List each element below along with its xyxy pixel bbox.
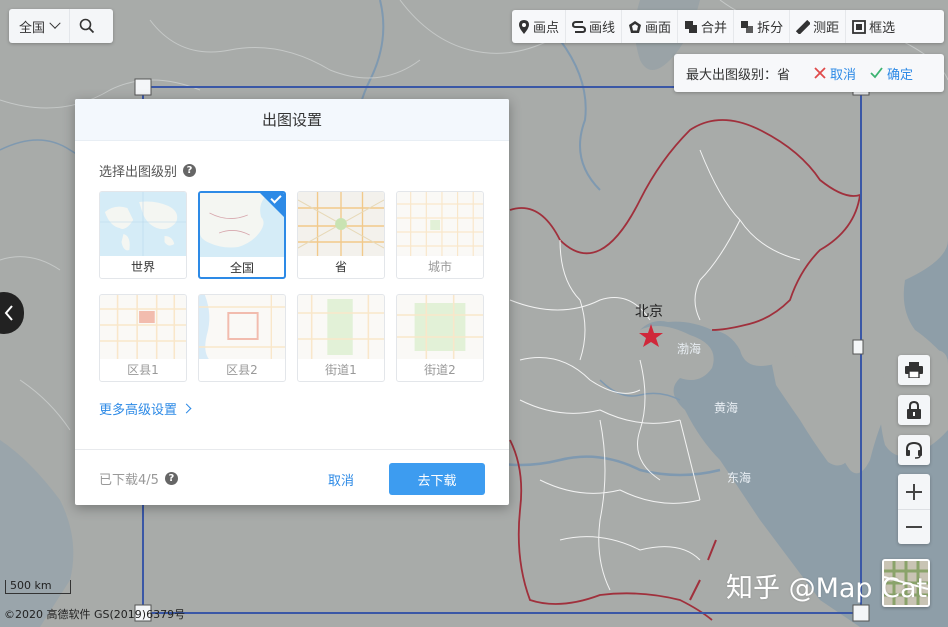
- tool-draw-line[interactable]: 画线: [566, 10, 623, 43]
- level-card-district2[interactable]: 区县2: [198, 294, 286, 382]
- chevron-down-icon: [49, 17, 61, 29]
- box-select-icon: [852, 19, 866, 34]
- scale-bar: 500 km: [5, 580, 71, 594]
- polygon-icon: [629, 20, 642, 33]
- world-map-thumbnail: [100, 192, 186, 256]
- lock-icon: [907, 401, 921, 419]
- district2-map-thumbnail: [199, 295, 285, 359]
- region-search-box: 全国: [9, 9, 113, 43]
- province-map-thumbnail: [298, 192, 384, 256]
- bohai-label: 渤海: [677, 341, 701, 356]
- level-confirm-button[interactable]: 确定: [870, 64, 913, 83]
- pin-icon: [519, 19, 529, 34]
- max-level-bar: 最大出图级别：省 取消 确定: [674, 54, 944, 92]
- district1-map-thumbnail: [100, 295, 186, 359]
- level-card-street2[interactable]: 街道2: [396, 294, 484, 382]
- chevron-left-icon: [4, 305, 13, 321]
- copyright-text: ©2020 高德软件 GS(2019)6379号: [4, 608, 186, 621]
- tool-draw-polygon[interactable]: 画面: [622, 10, 679, 43]
- merge-icon: [685, 20, 698, 33]
- printer-icon: [905, 362, 923, 378]
- zoom-in-button[interactable]: [898, 474, 930, 509]
- region-select[interactable]: 全国: [9, 9, 71, 43]
- zoom-controls: [898, 474, 930, 544]
- ruler-icon: [796, 19, 811, 34]
- tool-split[interactable]: 拆分: [734, 10, 791, 43]
- east-sea-label: 东海: [727, 470, 751, 485]
- tool-measure-distance[interactable]: 测距: [790, 10, 847, 43]
- check-icon: [870, 67, 883, 79]
- split-icon: [741, 20, 754, 33]
- export-settings-dialog: 出图设置 选择出图级别 ? 世界 全国 省 城市 区县1 区县2 街道1 街道2…: [75, 99, 509, 505]
- watermark-text: 知乎 @Map Cat: [726, 573, 928, 604]
- max-level-label: 最大出图级别：省: [686, 67, 791, 83]
- print-button[interactable]: [898, 355, 930, 385]
- chevron-right-icon: [181, 403, 192, 414]
- tool-box-select[interactable]: 框选: [846, 10, 901, 43]
- level-card-street1[interactable]: 街道1: [297, 294, 385, 382]
- city-map-thumbnail: [397, 192, 483, 256]
- close-icon: [814, 67, 826, 79]
- zoom-out-button[interactable]: [898, 509, 930, 544]
- level-card-district1[interactable]: 区县1: [99, 294, 187, 382]
- tool-draw-point[interactable]: 画点: [512, 10, 567, 43]
- search-button[interactable]: [70, 9, 104, 43]
- support-button[interactable]: [898, 435, 930, 465]
- level-card-world[interactable]: 世界: [99, 191, 187, 279]
- plus-icon: [906, 483, 922, 500]
- lock-button[interactable]: [898, 395, 930, 425]
- download-count: 已下载4/5 ?: [99, 469, 178, 488]
- street2-map-thumbnail: [397, 295, 483, 359]
- line-icon: [572, 20, 587, 33]
- dialog-footer: 已下载4/5 ? 取消 去下载: [75, 449, 509, 505]
- headset-icon: [906, 441, 922, 459]
- level-card-country[interactable]: 全国: [198, 191, 286, 279]
- minus-icon: [906, 526, 922, 528]
- region-select-value: 全国: [19, 20, 46, 36]
- tool-merge[interactable]: 合并: [678, 10, 735, 43]
- yellow-sea-label: 黄海: [714, 400, 738, 415]
- level-cancel-button[interactable]: 取消: [814, 64, 856, 83]
- level-card-province[interactable]: 省: [297, 191, 385, 279]
- download-button[interactable]: 去下载: [389, 463, 485, 495]
- dialog-title: 出图设置: [75, 99, 509, 141]
- help-icon[interactable]: ?: [183, 164, 197, 177]
- capital-label: 北京: [635, 304, 663, 320]
- search-icon: [79, 18, 95, 34]
- advanced-settings-link[interactable]: 更多高级设置: [99, 399, 192, 418]
- street1-map-thumbnail: [298, 295, 384, 359]
- download-help-icon[interactable]: ?: [164, 472, 178, 485]
- level-section-title: 选择出图级别 ?: [99, 161, 197, 180]
- draw-toolbar: 画点 画线 画面 合并 拆分 测距 框选: [512, 10, 944, 43]
- dialog-cancel-button[interactable]: 取消: [315, 463, 367, 495]
- level-card-city[interactable]: 城市: [396, 191, 484, 279]
